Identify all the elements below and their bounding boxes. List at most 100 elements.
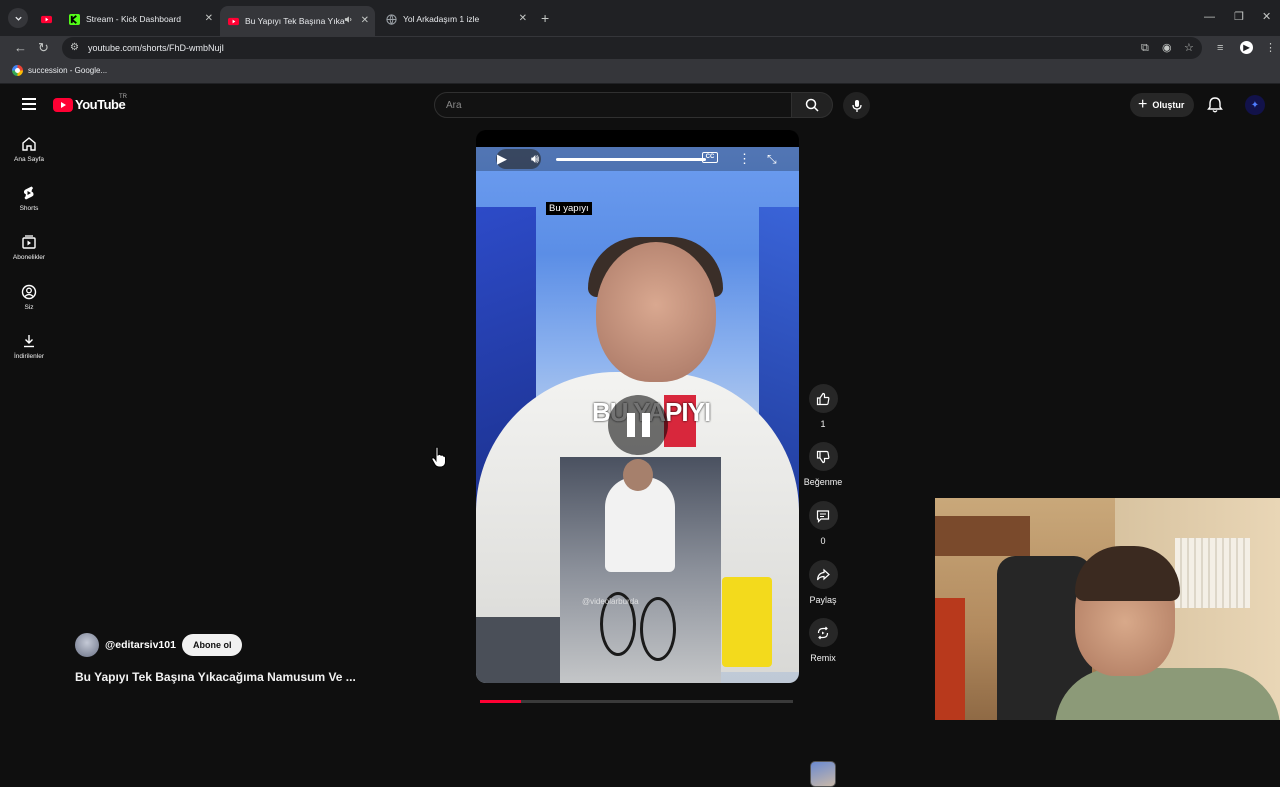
tab-search-button[interactable] [8,8,28,28]
video-person-head [596,242,716,382]
pause-indicator[interactable] [608,395,668,455]
sidebar-item-label: Shorts [19,205,39,212]
sidebar-item-you[interactable]: Siz [0,284,58,311]
search-icon [805,98,819,112]
sound-thumbnail[interactable] [810,761,836,787]
youtube-play-icon [53,97,73,112]
tab-title: Stream - Kick Dashboard [86,14,181,24]
caption-top: Bu yapıyı [546,202,592,215]
bookmark-star-icon[interactable]: ☆ [1184,41,1194,55]
subscribe-button[interactable]: Abone ol [181,634,243,656]
close-icon[interactable]: ✕ [205,13,213,24]
address-bar[interactable]: ⚙ youtube.com/shorts/FhD-wmbNujI [62,37,1202,59]
sidebar-item-label: Siz [24,304,34,311]
more-menu-icon[interactable]: ⋮ [1265,41,1276,55]
comment-icon [816,509,830,523]
download-icon [24,335,34,348]
youtube-icon [228,17,239,25]
kick-icon [69,13,80,25]
create-button[interactable]: + Oluştur [1130,93,1195,117]
tab-yol-arkadasim[interactable]: Yol Arkadaşım 1 izle ✕ [378,6,533,32]
volume-icon[interactable]: 🔊︎ [531,152,539,166]
channel-name[interactable]: @editarsiv101 [105,639,176,651]
notifications-bell-icon[interactable] [1207,96,1223,118]
install-app-icon[interactable]: ⧉ [1141,41,1149,55]
video-frame[interactable]: @videolarburda Bu yapıyı BU YAPIYI [476,147,799,683]
plus-icon: + [1138,96,1148,113]
comments-button[interactable]: 0 [803,501,843,546]
minimize-button[interactable]: — [1204,12,1215,23]
video-title[interactable]: Bu Yapıyı Tek Başına Yıkacağıma Namusum … [75,670,356,684]
video-watermark: @videolarburda [582,597,639,606]
youtube-icon [41,15,52,23]
voice-search-button[interactable] [843,92,870,119]
search-button[interactable] [791,92,833,118]
video-progress-fill [480,700,521,703]
close-icon[interactable]: ✕ [519,13,527,24]
webcam-overlay [935,498,1280,720]
cyclist-head [623,459,653,491]
close-icon[interactable]: ✕ [361,15,369,26]
bookmark-label: succession - Google... [28,66,108,75]
create-label: Oluştur [1152,100,1185,110]
subscriptions-icon [22,235,36,249]
google-icon [12,65,23,76]
webcam-radiator [1175,538,1250,608]
search-input[interactable] [435,93,791,117]
youtube-logo[interactable]: YouTube TR [53,94,127,112]
fullscreen-icon[interactable]: ⤡ [767,152,777,166]
reload-button[interactable]: ↻ [38,40,49,56]
tab-active-short[interactable]: Bu Yapıyı Tek Başına Yıkacağ ✕ [220,6,375,36]
account-avatar[interactable]: ✦ [1245,95,1265,115]
site-info-icon[interactable]: ⚙ [70,42,82,54]
sidebar-item-downloads[interactable]: İndirilenler [0,333,58,360]
like-button[interactable]: 1 [803,384,843,429]
remix-button[interactable]: Remix [803,618,843,663]
close-window-button[interactable]: ✕ [1262,12,1271,23]
speaker-icon[interactable] [344,15,353,24]
studio-desk [476,617,560,683]
webcam-person-shirt [1055,668,1280,720]
menu-icon[interactable] [22,98,36,113]
share-button[interactable]: Paylaş [803,560,843,605]
globe-icon [386,13,397,25]
dislike-button[interactable]: Beğenme [803,442,843,487]
volume-slider[interactable] [556,158,706,161]
share-label: Paylaş [809,595,837,605]
sidebar-item-label: Abonelikler [12,254,46,261]
url-text: youtube.com/shorts/FhD-wmbNujI [88,43,225,53]
more-options-icon[interactable]: ⋮ [738,152,751,166]
bookmark-succession[interactable]: succession - Google... [12,65,107,76]
tab-youtube-pinned[interactable] [33,6,61,32]
dislike-label: Beğenme [803,477,843,487]
share-icon [816,568,830,580]
logo-text: YouTube [75,97,126,112]
home-icon [22,137,36,151]
profile-icon[interactable]: ▶ [1240,41,1253,54]
channel-avatar[interactable] [75,633,99,657]
search-box [434,92,792,118]
sidebar-item-home[interactable]: Ana Sayfa [0,136,58,163]
bicycle-wheel [640,597,676,661]
hand-cursor-icon [431,446,447,473]
sidebar-item-subscriptions[interactable]: Abonelikler [0,234,58,261]
tab-title: Bu Yapıyı Tek Başına Yıkacağ [245,16,345,26]
region-code: TR [119,94,127,100]
restore-button[interactable]: ❐ [1234,12,1244,23]
comment-count: 0 [820,536,826,546]
video-progress-bar[interactable] [480,700,793,703]
captions-icon[interactable]: CC [702,152,718,163]
eye-off-icon[interactable]: ◉ [1162,41,1172,55]
bookmarks-bar: succession - Google... [0,60,1280,84]
short-video-player[interactable]: @videolarburda Bu yapıyı BU YAPIYI ▶ 🔊︎ … [476,130,799,683]
browser-tab-bar: Stream - Kick Dashboard ✕ Bu Yapıyı Tek … [0,0,1280,36]
media-controls-icon[interactable]: ≡ [1217,41,1223,55]
chevron-down-icon [14,16,22,21]
new-tab-button[interactable]: + [541,11,549,25]
webcam-red-object [935,598,965,720]
webcam-shelf [935,516,1030,556]
play-icon[interactable]: ▶ [497,152,507,166]
sidebar-item-shorts[interactable]: Shorts [0,185,58,212]
tab-kick-dashboard[interactable]: Stream - Kick Dashboard ✕ [61,6,219,32]
back-button[interactable]: ← [14,40,27,56]
